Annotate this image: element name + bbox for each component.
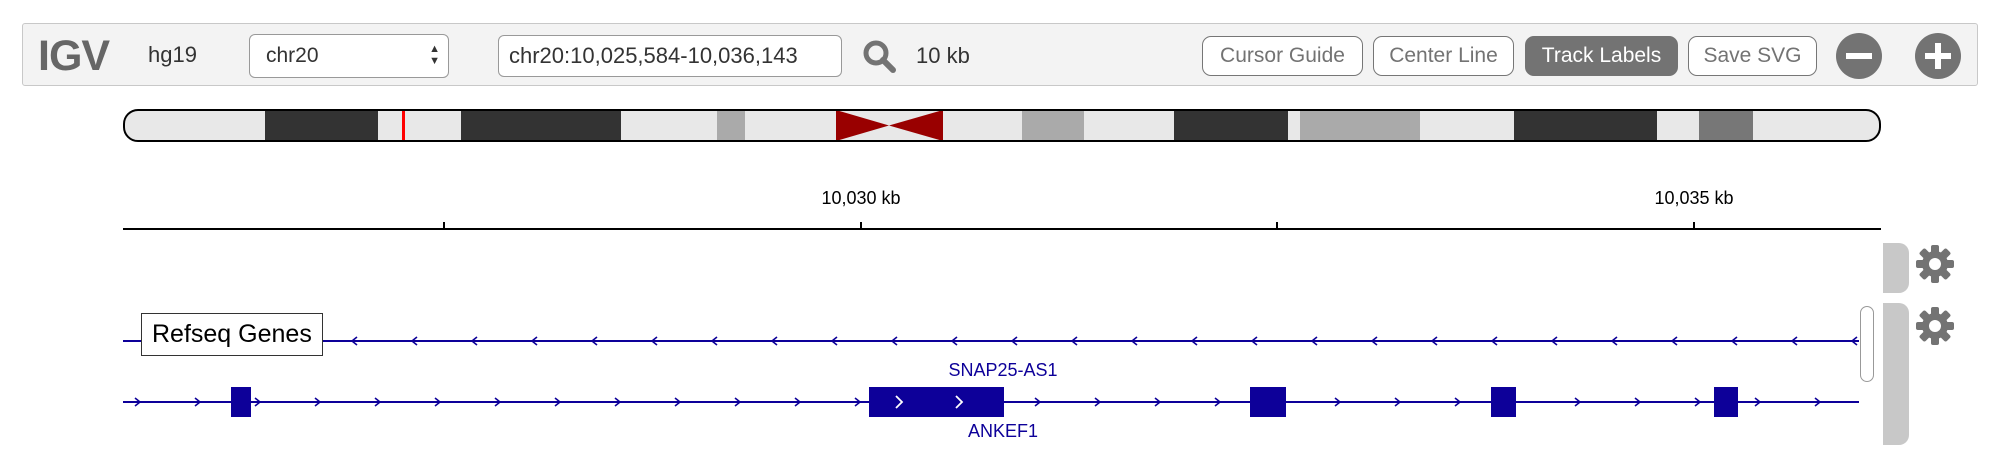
cursor-guide-button[interactable]: Cursor Guide <box>1202 36 1363 76</box>
gene-name-ankef1[interactable]: ANKEF1 <box>968 421 1038 441</box>
ruler-tick <box>1276 222 1278 230</box>
chromosome-select[interactable]: chr20 ▲ ▼ <box>249 34 449 78</box>
exon <box>1250 387 1286 417</box>
center-line-button[interactable]: Center Line <box>1373 36 1514 76</box>
gene-name-snap25-as1[interactable]: SNAP25-AS1 <box>948 360 1057 380</box>
band-gpos100 <box>461 110 621 141</box>
exon <box>1714 387 1738 417</box>
save-svg-button[interactable]: Save SVG <box>1688 36 1817 76</box>
exon <box>231 387 251 417</box>
band-gpos50 <box>717 110 745 141</box>
igv-logo: IGV <box>38 32 110 80</box>
ruler-tick-label: 10,035 kb <box>1654 188 1734 208</box>
band-gpos50 <box>1022 110 1084 141</box>
band-gpos50 <box>1300 110 1420 141</box>
igv-navbar: IGV hg19 chr20 ▲▼ 10 kb Cursor Guide Cen… <box>22 23 1978 86</box>
band-gpos75 <box>1699 110 1753 141</box>
track-labels-button[interactable]: Track Labels <box>1525 36 1678 76</box>
ruler-axis <box>123 228 1881 230</box>
band-gpos100 <box>1514 110 1657 141</box>
ruler: 10,030 kb 10,035 kb <box>123 188 1881 238</box>
ruler-track-scrollbar <box>1883 243 1909 293</box>
band-gpos100 <box>265 110 378 141</box>
ruler-tick <box>443 222 445 230</box>
ruler-tick <box>1693 222 1695 230</box>
window-size: 10 kb <box>916 43 970 68</box>
locus-search-input[interactable] <box>498 35 842 77</box>
zoom-in-icon[interactable] <box>1915 33 1961 79</box>
gear-icon[interactable] <box>1914 305 1956 347</box>
ruler-tick-label: 10,030 kb <box>821 188 901 208</box>
chromosome-value: chr20 <box>266 44 319 67</box>
band-gpos100 <box>1174 110 1288 141</box>
exon <box>1491 387 1516 417</box>
zoom-out-icon[interactable] <box>1836 33 1882 79</box>
search-icon[interactable] <box>861 38 897 74</box>
refseq-genes-track[interactable]: SNAP25-AS1 ANKEF1 <box>123 300 1881 450</box>
track-name-label: Refseq Genes <box>141 313 323 356</box>
exon <box>869 387 1004 417</box>
gear-icon[interactable] <box>1914 243 1956 285</box>
genome-label: hg19 <box>148 42 197 67</box>
current-region-marker <box>402 111 405 140</box>
ruler-tick <box>860 222 862 230</box>
select-arrows-icon: ▲ ▼ <box>429 43 440 67</box>
gene-track-scrollbar[interactable] <box>1883 303 1909 445</box>
chromosome-ideogram[interactable] <box>123 109 1881 142</box>
